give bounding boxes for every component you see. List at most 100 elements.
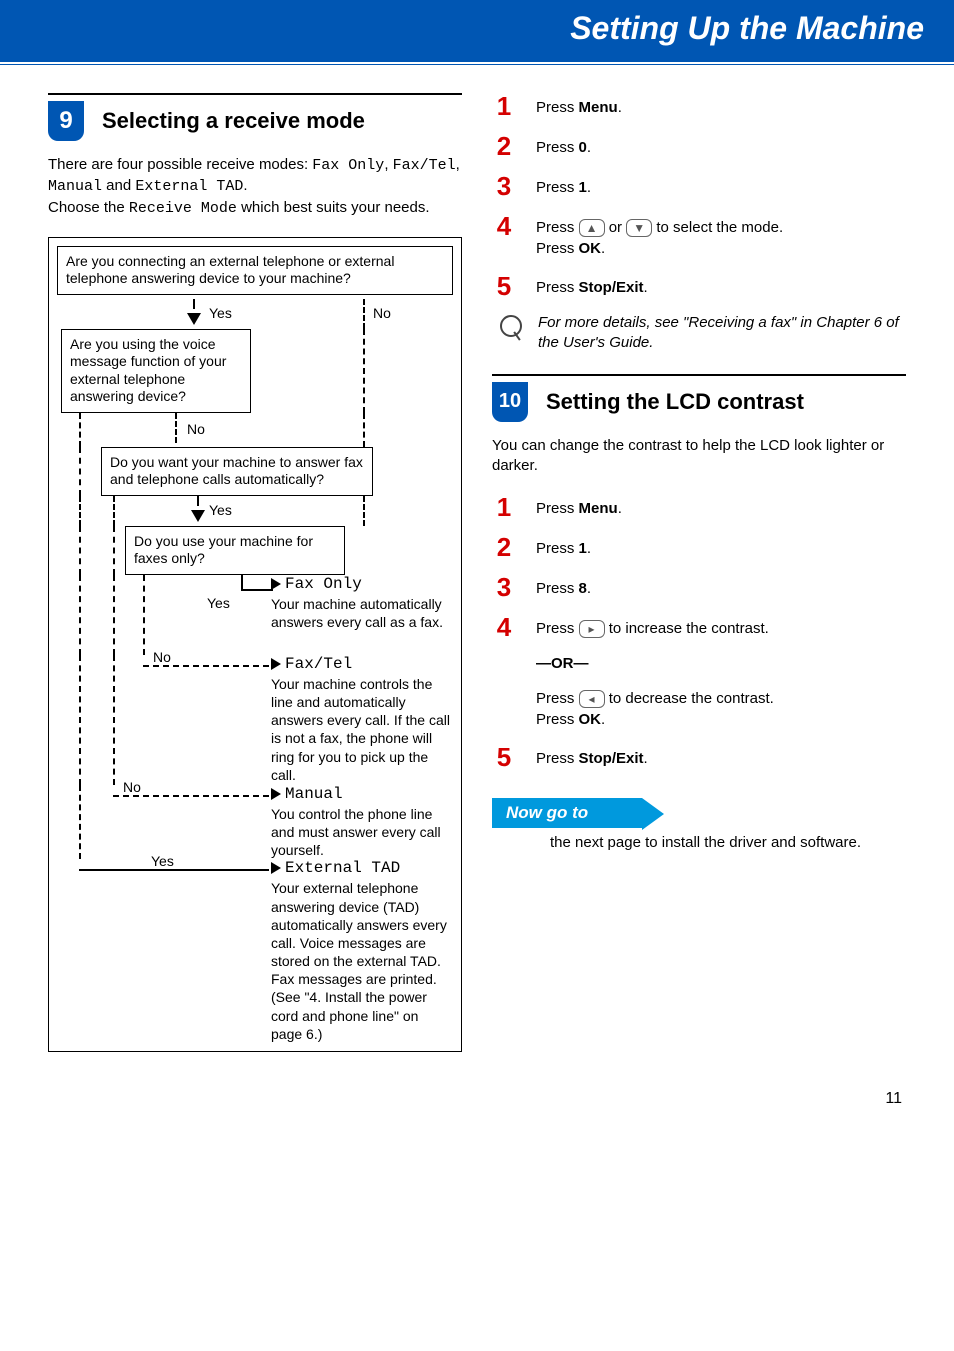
result-manual: Manual [285, 785, 343, 803]
result-external-tad: External TAD [285, 859, 400, 877]
arrow-right-icon [271, 862, 281, 874]
up-arrow-button: ▲ [579, 219, 605, 237]
t: Press [536, 179, 579, 196]
intro-b-a: Choose the [48, 199, 129, 216]
t: to decrease the contrast. [609, 690, 774, 707]
t: Press [536, 279, 579, 296]
result-fax-only-desc: Your machine automatically answers every… [271, 595, 453, 631]
right-arrow-button: ▸ [579, 620, 605, 638]
section-10-heading: 10 Setting the LCD contrast [492, 382, 906, 422]
right-column: 1 Press Menu. 2 Press 0. 3 Press 1. 4 Pr… [492, 93, 906, 1060]
note-text: For more details, see "Receiving a fax" … [538, 313, 906, 354]
key-ok: OK [579, 711, 602, 728]
note: For more details, see "Receiving a fax" … [500, 313, 906, 354]
t: . [601, 711, 605, 728]
result-external-tad-desc: Your external telephone answering device… [271, 879, 453, 1043]
step-number: 4 [492, 213, 516, 239]
flow-q2: Are you using the voice message function… [61, 329, 251, 413]
sep: , [384, 156, 392, 173]
t: Press [536, 99, 579, 116]
step-3: 3 Press 8. [492, 574, 906, 600]
t: . [587, 580, 591, 597]
section-number-badge: 9 [48, 101, 84, 141]
t: to select the mode. [656, 219, 783, 236]
arrow-right-icon [271, 788, 281, 800]
and: and [102, 177, 135, 194]
t: . [587, 179, 591, 196]
now-go-to-ribbon: Now go to [492, 798, 642, 828]
section-10-intro: You can change the contrast to help the … [492, 436, 906, 477]
t: to increase the contrast. [609, 620, 769, 637]
step-5: 5 Press Stop/Exit. [492, 744, 906, 770]
step-number: 3 [492, 173, 516, 199]
section-number-badge: 10 [492, 382, 528, 422]
result-fax-tel-desc: Your machine controls the line and autom… [271, 675, 453, 784]
key-menu: Menu [579, 99, 618, 116]
step-4: 4 Press ▲ or ▼ to select the mode. Press… [492, 213, 906, 259]
label-yes: Yes [207, 595, 230, 611]
step-number: 1 [492, 494, 516, 520]
step-number: 2 [492, 133, 516, 159]
label-no: No [153, 649, 171, 665]
section-9-steps: 1 Press Menu. 2 Press 0. 3 Press 1. 4 Pr… [492, 93, 906, 299]
label-yes: Yes [209, 502, 232, 518]
t: or [609, 219, 627, 236]
step-1: 1 Press Menu. [492, 494, 906, 520]
magnifier-icon [500, 315, 522, 337]
t: . [587, 139, 591, 156]
receive-mode-mono: Receive Mode [129, 200, 237, 217]
step-3: 3 Press 1. [492, 173, 906, 199]
t: Press [536, 500, 579, 517]
page-number: 11 [0, 1060, 954, 1128]
step-1: 1 Press Menu. [492, 93, 906, 119]
now-go-to-text: the next page to install the driver and … [550, 834, 906, 851]
key-stop-exit: Stop/Exit [579, 279, 644, 296]
t: Press [536, 580, 579, 597]
label-yes: Yes [151, 853, 174, 869]
or-label: —OR— [536, 655, 589, 672]
step-number: 5 [492, 744, 516, 770]
t: Press [536, 240, 579, 257]
section-9-heading: 9 Selecting a receive mode [48, 101, 462, 141]
key-stop-exit: Stop/Exit [579, 750, 644, 767]
flow-q4: Do you use your machine for faxes only? [125, 526, 345, 575]
left-column: 9 Selecting a receive mode There are fou… [48, 93, 462, 1060]
section-9-intro: There are four possible receive modes: F… [48, 155, 462, 219]
page-header: Setting Up the Machine [0, 0, 954, 62]
flow-q1: Are you connecting an external telephone… [57, 246, 453, 295]
key-menu: Menu [579, 500, 618, 517]
step-number: 1 [492, 93, 516, 119]
mode-fax-only: Fax Only [312, 157, 384, 174]
key-1: 1 [579, 540, 587, 557]
t: Press [536, 540, 579, 557]
step-4: 4 Press ▸ to increase the contrast. —OR—… [492, 614, 906, 730]
result-fax-tel: Fax/Tel [285, 655, 352, 673]
mode-manual: Manual [48, 178, 102, 195]
step-number: 2 [492, 534, 516, 560]
key-0: 0 [579, 139, 587, 156]
t: Press [536, 711, 579, 728]
flow-q3: Do you want your machine to answer fax a… [101, 447, 373, 496]
step-2: 2 Press 0. [492, 133, 906, 159]
step-number: 4 [492, 614, 516, 640]
t: Press [536, 219, 579, 236]
result-fax-only: Fax Only [285, 575, 362, 593]
t: Press [536, 620, 579, 637]
down-arrow-button: ▼ [626, 219, 652, 237]
intro-b-c: which best suits your needs. [237, 199, 430, 216]
t: . [644, 279, 648, 296]
t: Press [536, 139, 579, 156]
key-ok: OK [579, 240, 602, 257]
t: Press [536, 750, 579, 767]
result-manual-desc: You control the phone line and must answ… [271, 805, 453, 860]
step-5: 5 Press Stop/Exit. [492, 273, 906, 299]
intro-text: There are four possible receive modes: [48, 156, 312, 173]
period: . [243, 177, 247, 194]
section-10-steps: 1 Press Menu. 2 Press 1. 3 Press 8. 4 Pr… [492, 494, 906, 770]
header-rule [0, 64, 954, 65]
arrow-right-icon [271, 658, 281, 670]
t: . [644, 750, 648, 767]
sep: , [456, 156, 460, 173]
t: . [618, 99, 622, 116]
left-arrow-button: ◂ [579, 690, 605, 708]
